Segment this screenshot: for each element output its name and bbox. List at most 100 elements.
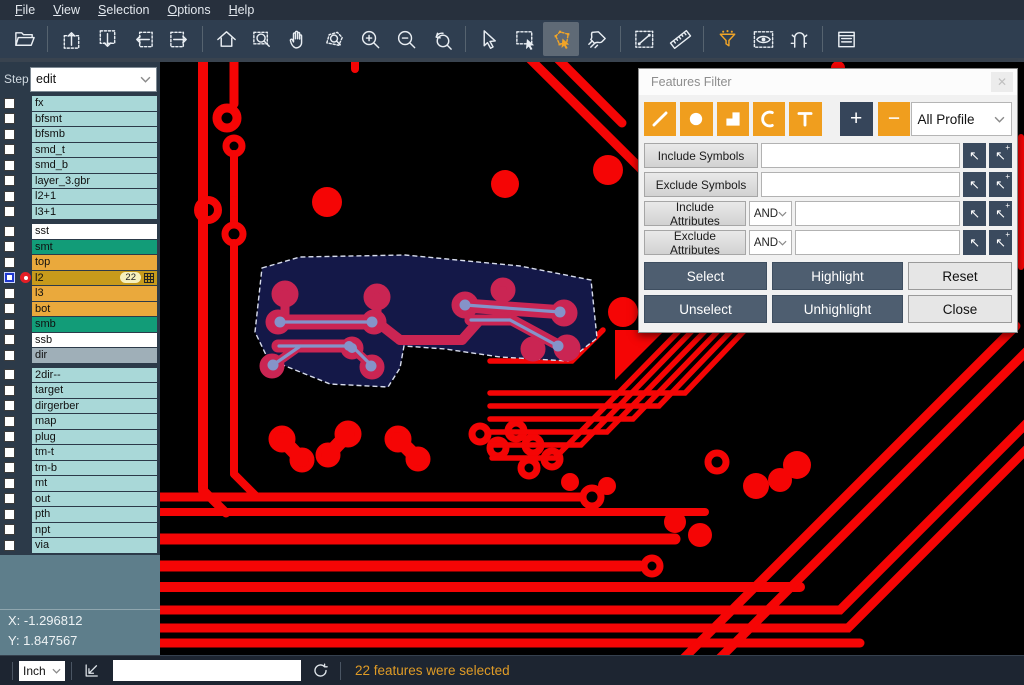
- layer-checkbox[interactable]: [4, 540, 15, 551]
- feature-type-surface-button[interactable]: [717, 102, 749, 136]
- pan-right-button[interactable]: [161, 22, 197, 56]
- layer-checkbox[interactable]: [4, 288, 15, 299]
- layer-name[interactable]: npt: [32, 523, 157, 538]
- step-select[interactable]: edit: [30, 67, 157, 92]
- menu-view[interactable]: View: [44, 0, 89, 20]
- select-pointer-button[interactable]: [471, 22, 507, 56]
- layer-name[interactable]: dir: [32, 348, 157, 363]
- dialog-titlebar[interactable]: Features Filter ✕: [639, 69, 1017, 95]
- layer-name[interactable]: smt: [32, 240, 157, 255]
- layer-name[interactable]: plug: [32, 430, 157, 445]
- layer-checkbox[interactable]: [4, 98, 15, 109]
- layer-checkbox[interactable]: [4, 272, 15, 283]
- zoom-out-button[interactable]: [388, 22, 424, 56]
- layer-name[interactable]: sst: [32, 224, 157, 239]
- layer-checkbox[interactable]: [4, 524, 15, 535]
- zoom-in-button[interactable]: [352, 22, 388, 56]
- command-input[interactable]: [113, 660, 301, 681]
- layer-name[interactable]: smb: [32, 317, 157, 332]
- layer-name[interactable]: layer_3.gbr: [32, 174, 157, 189]
- layer-checkbox[interactable]: [4, 319, 15, 330]
- menu-help[interactable]: Help: [220, 0, 264, 20]
- layer-name[interactable]: smd_b: [32, 158, 157, 173]
- layer-checkbox[interactable]: [4, 113, 15, 124]
- include-symbols-button[interactable]: Include Symbols: [644, 143, 758, 168]
- include-attributes-pick-add-button[interactable]: ↖+: [989, 201, 1012, 226]
- layer-checkbox[interactable]: [4, 160, 15, 171]
- active-layer-indicator-cell[interactable]: [19, 272, 32, 283]
- layer-checkbox[interactable]: [4, 144, 15, 155]
- exclude-attributes-pick-add-button[interactable]: ↖+: [989, 230, 1012, 255]
- layer-name[interactable]: tm-t: [32, 445, 157, 460]
- select-rectangle-button[interactable]: [507, 22, 543, 56]
- layer-checkbox[interactable]: [4, 129, 15, 140]
- exclude-symbols-pick-button[interactable]: ↖: [963, 172, 986, 197]
- exclude-symbols-button[interactable]: Exclude Symbols: [644, 172, 758, 197]
- layer-name[interactable]: bfsmb: [32, 127, 157, 142]
- layer-name[interactable]: smd_t: [32, 143, 157, 158]
- include-symbols-pick-button[interactable]: ↖: [963, 143, 986, 168]
- measure-distance-button[interactable]: [626, 22, 662, 56]
- layer-name[interactable]: l2+1: [32, 189, 157, 204]
- dialog-close-button[interactable]: ✕: [991, 72, 1013, 92]
- profile-select[interactable]: All Profile: [911, 102, 1012, 136]
- layer-checkbox[interactable]: [4, 369, 15, 380]
- pan-down-button[interactable]: [89, 22, 125, 56]
- reset-button[interactable]: Reset: [908, 262, 1012, 290]
- exclude-symbols-pick-add-button[interactable]: ↖+: [989, 172, 1012, 197]
- zoom-previous-button[interactable]: [424, 22, 460, 56]
- layer-checkbox[interactable]: [4, 493, 15, 504]
- feature-type-text-button[interactable]: [789, 102, 821, 136]
- layer-checkbox[interactable]: [4, 241, 15, 252]
- layer-name[interactable]: pth: [32, 507, 157, 522]
- exclude-attributes-button[interactable]: Exclude Attributes: [644, 230, 746, 255]
- layer-name[interactable]: mt: [32, 476, 157, 491]
- zoom-window-button[interactable]: [244, 22, 280, 56]
- pan-hand-button[interactable]: [280, 22, 316, 56]
- home-button[interactable]: [208, 22, 244, 56]
- select-polygon-button[interactable]: [543, 22, 579, 56]
- include-attributes-input[interactable]: [795, 201, 960, 226]
- layer-name[interactable]: top: [32, 255, 157, 270]
- layer-checkbox[interactable]: [4, 175, 15, 186]
- include-attributes-button[interactable]: Include Attributes: [644, 201, 746, 226]
- layer-checkbox[interactable]: [4, 206, 15, 217]
- include-attributes-operator-select[interactable]: AND: [749, 201, 792, 226]
- toggle-visibility-button[interactable]: [745, 22, 781, 56]
- datum-point-icon[interactable]: [83, 661, 102, 680]
- layer-checkbox[interactable]: [4, 191, 15, 202]
- layer-checkbox[interactable]: [4, 416, 15, 427]
- zoom-polygon-button[interactable]: [316, 22, 352, 56]
- close-button[interactable]: Close: [908, 295, 1012, 323]
- menu-selection[interactable]: Selection: [89, 0, 158, 20]
- repaint-brush-button[interactable]: [579, 22, 615, 56]
- refresh-icon[interactable]: [312, 662, 329, 679]
- pan-up-button[interactable]: [53, 22, 89, 56]
- layer-name[interactable]: via: [32, 538, 157, 553]
- layer-checkbox[interactable]: [4, 447, 15, 458]
- exclude-attributes-input[interactable]: [795, 230, 960, 255]
- menu-file[interactable]: File: [6, 0, 44, 20]
- layer-name[interactable]: l3+1: [32, 205, 157, 220]
- unselect-button[interactable]: Unselect: [644, 295, 767, 323]
- exclude-attributes-pick-button[interactable]: ↖: [963, 230, 986, 255]
- layer-checkbox[interactable]: [4, 478, 15, 489]
- layer-checkbox[interactable]: [4, 385, 15, 396]
- layer-name[interactable]: bfsmt: [32, 112, 157, 127]
- layer-name[interactable]: l222: [32, 271, 157, 286]
- include-symbols-pick-add-button[interactable]: ↖+: [989, 143, 1012, 168]
- layer-name[interactable]: ssb: [32, 333, 157, 348]
- exclude-attributes-operator-select[interactable]: AND: [749, 230, 792, 255]
- layer-checkbox[interactable]: [4, 400, 15, 411]
- layer-checkbox[interactable]: [4, 303, 15, 314]
- layer-checkbox[interactable]: [4, 257, 15, 268]
- layer-checkbox[interactable]: [4, 226, 15, 237]
- remove-filter-button[interactable]: −: [878, 102, 911, 136]
- layer-checkbox[interactable]: [4, 334, 15, 345]
- exclude-symbols-input[interactable]: [761, 172, 960, 197]
- units-select[interactable]: Inch: [19, 661, 65, 681]
- layer-name[interactable]: dirgerber: [32, 399, 157, 414]
- feature-type-pad-button[interactable]: [680, 102, 712, 136]
- layer-checkbox[interactable]: [4, 431, 15, 442]
- include-attributes-pick-button[interactable]: ↖: [963, 201, 986, 226]
